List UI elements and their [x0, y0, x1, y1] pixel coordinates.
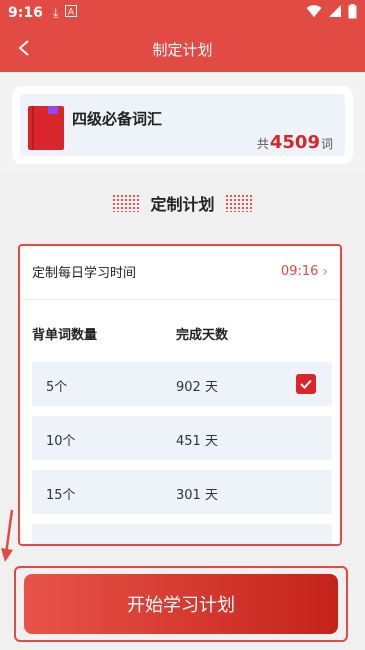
plan-option-row[interactable]: 10个 451 天 — [32, 416, 332, 460]
option-words: 5个 — [46, 380, 68, 395]
count-number: 4509 — [269, 132, 320, 153]
option-words: 15个 — [46, 488, 76, 503]
option-words: 10个 — [46, 434, 76, 449]
book-card-inner: 四级必备词汇 共 4509 词 — [20, 94, 345, 156]
status-time: 9:16 — [8, 5, 43, 21]
section-title: 定制计划 — [150, 195, 215, 214]
column-header-words: 背单词数量 — [32, 328, 98, 343]
count-suffix: 词 — [320, 137, 333, 151]
daily-time-label: 定制每日学习时间 — [32, 266, 137, 281]
a-box-icon: A — [64, 5, 77, 21]
nav-bar: 制定计划 — [0, 26, 365, 72]
status-bar: 9:16 ⤓ A — [0, 0, 365, 26]
decorative-dots-left-icon — [112, 194, 141, 212]
book-word-count: 共 4509 词 — [257, 132, 333, 153]
chevron-right-icon: › — [322, 263, 328, 280]
option-days: 902 天 — [176, 380, 218, 395]
plan-option-row[interactable]: 15个 301 天 — [32, 470, 332, 514]
checkbox-checked-icon[interactable] — [296, 374, 316, 394]
plan-option-row[interactable]: 5个 902 天 — [32, 362, 332, 406]
wifi-icon — [306, 4, 322, 22]
signal-icon — [328, 4, 342, 22]
plan-option-row-partial[interactable] — [32, 524, 332, 546]
battery-icon — [348, 3, 357, 23]
svg-text:A: A — [67, 8, 74, 18]
decorative-dots-right-icon — [224, 194, 253, 212]
chevron-left-icon — [18, 40, 29, 56]
option-days: 301 天 — [176, 488, 218, 503]
book-title: 四级必备词汇 — [72, 110, 163, 128]
page-title: 制定计划 — [152, 40, 213, 59]
daily-time-value: 09:16 — [280, 264, 319, 279]
plan-panel: 定制每日学习时间 09:16 › 背单词数量 完成天数 5个 902 天 10个… — [18, 244, 342, 546]
book-card[interactable]: 四级必备词汇 共 4509 词 — [12, 86, 353, 164]
download-icon: ⤓ — [52, 5, 59, 21]
daily-time-row[interactable]: 定制每日学习时间 09:16 › — [18, 244, 342, 300]
section-header: 定制计划 — [0, 188, 365, 218]
book-cover-icon — [28, 106, 64, 150]
arrow-down-icon — [1, 509, 14, 562]
count-prefix: 共 — [256, 137, 269, 151]
start-plan-button[interactable]: 开始学习计划 — [24, 574, 338, 634]
option-days: 451 天 — [176, 434, 218, 449]
column-header-days: 完成天数 — [176, 328, 229, 343]
back-button[interactable] — [12, 36, 36, 60]
start-button-highlight: 开始学习计划 — [14, 566, 348, 642]
